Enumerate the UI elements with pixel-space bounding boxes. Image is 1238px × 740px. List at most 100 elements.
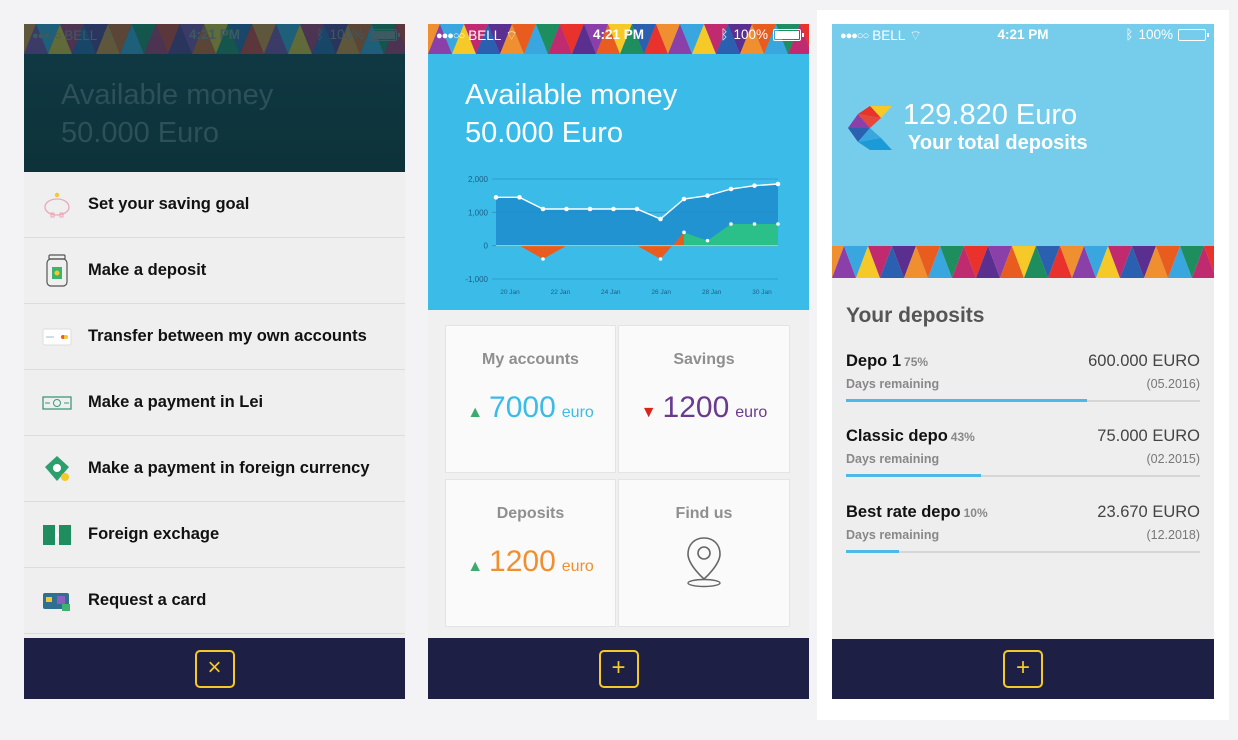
data-point [682, 230, 686, 235]
deposit-percent: 43% [950, 430, 975, 444]
data-point [775, 181, 781, 187]
series-segment [519, 245, 543, 259]
y-tick-label: 0 [484, 242, 489, 251]
section-title: Your deposits [846, 304, 985, 327]
x-tick-label: 20 Jan [500, 289, 520, 296]
data-point [611, 206, 616, 212]
series-segment [754, 224, 778, 246]
card-icon [40, 320, 74, 354]
page-title: Available money 50.000 Euro [61, 76, 273, 152]
progress-track [846, 399, 1200, 402]
data-point [564, 206, 569, 212]
tile-title: Deposits [496, 505, 565, 522]
bluetooth-icon: ᛒ [1125, 27, 1134, 42]
bank-logo-icon [848, 106, 892, 150]
deposit-item[interactable]: Depo 1 75% 600.000 EURO Days remaining (0… [846, 352, 1200, 402]
x-tick-label: 24 Jan [601, 289, 621, 296]
series-segment [543, 245, 567, 259]
bluetooth-icon: ᛒ [316, 27, 325, 42]
deposit-name: Best rate depo [846, 503, 961, 521]
y-tick-label: 1,000 [468, 208, 489, 217]
progress-bar [846, 474, 981, 477]
credit-card-icon [40, 584, 74, 618]
tile-value: 1200 [662, 391, 730, 424]
data-point [658, 216, 663, 222]
status-bar: ●●●○○ BELL ⌔ 4:21 PM ᛒ 100% [832, 24, 1214, 46]
y-tick-label: -1,000 [465, 275, 488, 284]
tile-title: My accounts [482, 351, 579, 368]
x-tick-label: 28 Jan [702, 289, 722, 296]
menu-item-saving-goal[interactable]: Set your saving goal [24, 172, 405, 238]
deposit-percent: 10% [963, 506, 988, 520]
up-arrow-icon: ▲ [467, 558, 484, 575]
down-arrow-icon: ▼ [640, 404, 657, 421]
deposit-item[interactable]: Classic depo 43% 75.000 EURO Days remaini… [846, 427, 1200, 477]
data-point [540, 206, 546, 212]
tile-find-us[interactable]: Find us [618, 479, 790, 627]
screen-deposits: ●●●○○ BELL ⌔ 4:21 PM ᛒ 100% 129.820 Euro Yo… [832, 24, 1214, 699]
total-amount: 129.820 Euro [903, 99, 1078, 131]
days-remaining-label: Days remaining [846, 377, 940, 391]
menu-label: Set your saving goal [88, 195, 250, 213]
deposit-date: (02.2015) [1146, 452, 1200, 466]
bottom-bar: × [24, 638, 405, 699]
deposit-date: (12.2018) [1146, 528, 1200, 542]
battery-icon [369, 28, 400, 41]
add-button[interactable]: + [598, 649, 639, 688]
total-label: Your total deposits [908, 132, 1088, 154]
menu-item-exchange[interactable]: Foreign exchage [24, 502, 405, 568]
piggy-bank-icon [40, 188, 74, 222]
map-pin-icon [687, 537, 721, 588]
deposit-amount: 75.000 EURO [1097, 427, 1200, 445]
menu-item-transfer[interactable]: Transfer between my own accounts [24, 304, 405, 370]
progress-bar [846, 550, 900, 553]
menu-item-payment-lei[interactable]: Make a payment in Lei [24, 370, 405, 436]
tile-my-accounts[interactable]: My accounts ▲ 7000 euro [445, 325, 616, 473]
deposit-item[interactable]: Best rate depo 10% 23.670 EURO Days remai… [846, 503, 1200, 553]
tile-deposits[interactable]: Deposits ▲ 1200 euro [445, 479, 616, 627]
money-stack-icon [40, 452, 74, 486]
progress-track [846, 474, 1200, 477]
deposit-amount: 600.000 EURO [1088, 352, 1200, 370]
status-bar: ●●●○○ BELL ⌔ 4:21 PM ᛒ 100% [24, 24, 405, 46]
screen-menu: ●●●○○ BELL ⌔ 4:21 PM ᛒ 100% Available money… [24, 24, 405, 699]
data-point [705, 193, 710, 198]
title-line2: 50.000 Euro [465, 117, 624, 149]
up-arrow-icon: ▲ [467, 404, 484, 421]
data-point [752, 222, 757, 226]
menu-item-deposit[interactable]: Make a deposit [24, 238, 405, 304]
tile-unit: euro [561, 404, 594, 421]
close-button[interactable]: × [194, 649, 235, 688]
menu-label: Make a deposit [88, 261, 207, 279]
battery-icon [1178, 28, 1209, 41]
tile-unit: euro [561, 558, 594, 575]
battery-level: 100% [1138, 27, 1173, 42]
bottom-bar: + [428, 638, 809, 699]
menu-label: Request a card [88, 591, 207, 609]
deposits-header: ●●●○○ BELL ⌔ 4:21 PM ᛒ 100% 129.820 Euro Yo… [832, 24, 1214, 246]
balance-chart: 2,000 1,000 0 -1,000 20 Jan 22 Jan 24 Jan 26 Ja… [465, 175, 781, 296]
data-point [658, 257, 663, 261]
days-remaining-label: Days remaining [846, 528, 940, 542]
dashboard-header: ●●●○○ BELL ⌔ 4:21 PM ᛒ 100% Available money… [428, 24, 809, 310]
tile-title: Savings [673, 351, 735, 368]
tile-savings[interactable]: Savings ▼ 1200 euro [618, 325, 790, 473]
exchange-icon [40, 518, 74, 552]
add-button[interactable]: + [1003, 650, 1043, 688]
tile-value: 1200 [489, 545, 556, 578]
tile-value: 7000 [489, 391, 556, 424]
bottom-bar: + [832, 639, 1214, 699]
x-tick-label: 30 Jan [752, 289, 772, 296]
menu-item-payment-foreign[interactable]: Make a payment in foreign currency [24, 436, 405, 502]
deposit-date: (05.2016) [1146, 377, 1200, 391]
banknote-icon [40, 386, 74, 420]
deposit-name: Classic depo [846, 427, 948, 445]
x-tick-label: 22 Jan [551, 289, 571, 296]
menu-item-request-card[interactable]: Request a card [24, 568, 405, 634]
progress-bar [846, 399, 1087, 402]
title-line1: Available money [61, 79, 274, 111]
status-bar: ●●●○○ BELL ⌔ 4:21 PM ᛒ 100% [428, 24, 809, 46]
data-point [541, 257, 545, 261]
deposit-amount: 23.670 EURO [1097, 503, 1200, 521]
deposit-percent: 75% [904, 355, 929, 369]
